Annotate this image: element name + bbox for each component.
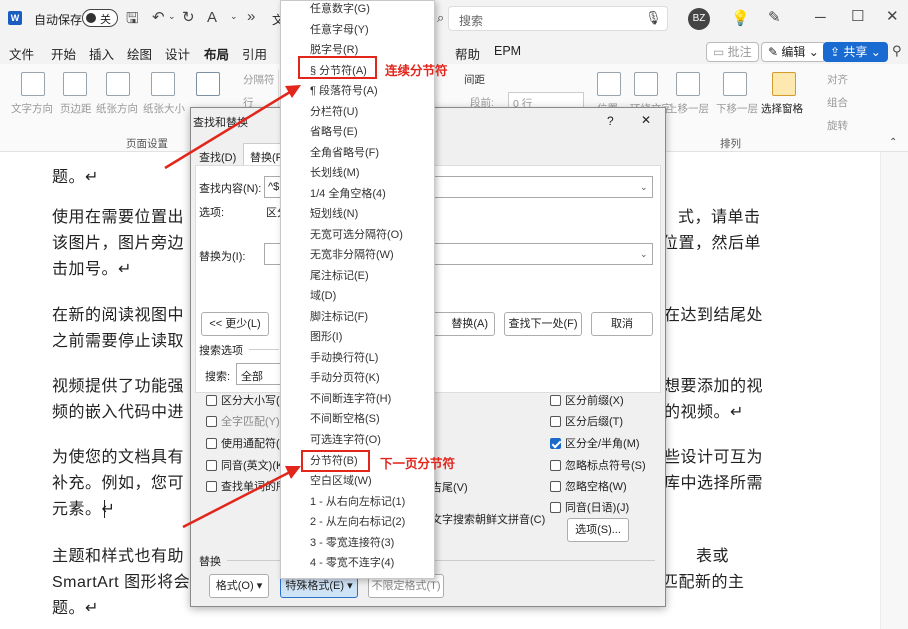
arrow-line-bottom bbox=[182, 470, 291, 529]
arrow-head-top bbox=[285, 85, 301, 98]
arrow-line-top bbox=[164, 90, 291, 170]
annotation-arrows bbox=[164, 85, 301, 529]
